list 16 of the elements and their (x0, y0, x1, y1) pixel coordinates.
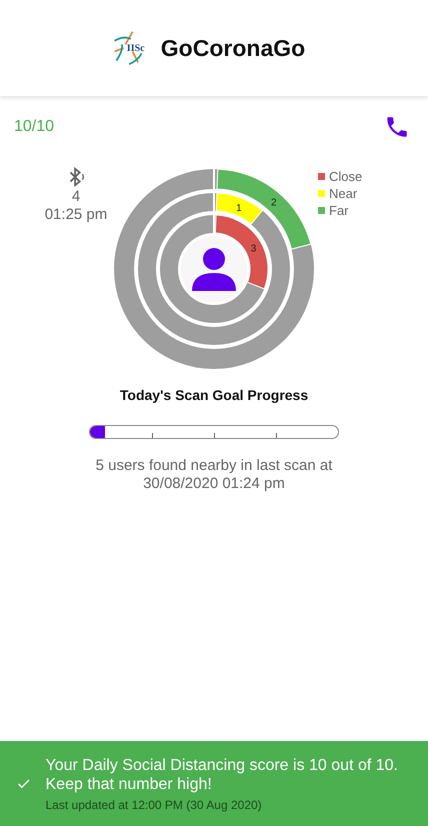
scan-count: 4 (72, 188, 80, 206)
logo-text: IISc (126, 42, 146, 54)
ring-value: 1 (236, 202, 242, 214)
legend-label: Close (329, 169, 362, 184)
legend-label: Near (329, 186, 358, 201)
last-scan-text: 5 users found nearby in last scan at 30/08/2020 01:24 pm (94, 457, 334, 493)
app-title: GoCoronaGo (160, 34, 306, 62)
person-icon (192, 248, 236, 291)
legend-label: Far (329, 203, 348, 218)
score-text: 10/10 (14, 118, 54, 136)
goal-title: Today's Scan Goal Progress (118, 387, 310, 403)
ring-value: 2 (270, 198, 276, 209)
banner-message: Your Daily Social Distancing score is 10 out of 10. Keep that number high! (46, 756, 399, 794)
banner-updated: Last updated at 12:00 PM (30 Aug 2020) (46, 798, 263, 812)
scan-time: 01:25 pm (44, 206, 108, 224)
ring-value: 3 (250, 243, 256, 254)
